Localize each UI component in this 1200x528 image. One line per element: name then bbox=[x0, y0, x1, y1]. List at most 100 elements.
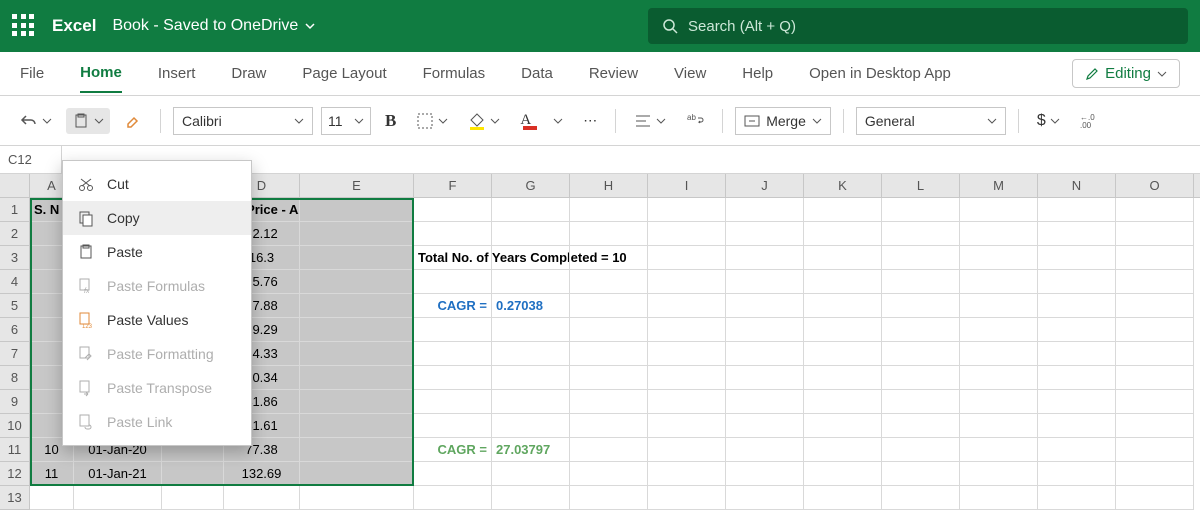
decimal-button[interactable]: ←.0.00 bbox=[1074, 108, 1106, 134]
row-header[interactable]: 10 bbox=[0, 414, 30, 438]
cell[interactable] bbox=[960, 294, 1038, 318]
cell[interactable]: CAGR = bbox=[414, 294, 492, 318]
column-header[interactable]: O bbox=[1116, 174, 1194, 197]
cell[interactable] bbox=[492, 366, 570, 390]
cell[interactable] bbox=[648, 246, 726, 270]
cell[interactable] bbox=[1038, 390, 1116, 414]
font-family-select[interactable]: Calibri bbox=[173, 107, 313, 135]
row-header[interactable]: 9 bbox=[0, 390, 30, 414]
cell[interactable] bbox=[570, 294, 648, 318]
cell[interactable] bbox=[300, 342, 414, 366]
cell[interactable] bbox=[492, 198, 570, 222]
column-header[interactable]: F bbox=[414, 174, 492, 197]
cell[interactable] bbox=[882, 438, 960, 462]
column-header[interactable]: L bbox=[882, 174, 960, 197]
search-box[interactable] bbox=[648, 8, 1188, 44]
cell[interactable] bbox=[882, 342, 960, 366]
cell[interactable] bbox=[1116, 462, 1194, 486]
cell[interactable] bbox=[804, 390, 882, 414]
cell[interactable] bbox=[1038, 414, 1116, 438]
cell[interactable] bbox=[414, 366, 492, 390]
cell[interactable] bbox=[882, 414, 960, 438]
cell[interactable] bbox=[492, 390, 570, 414]
cell[interactable] bbox=[162, 462, 224, 486]
column-header[interactable]: E bbox=[300, 174, 414, 197]
cell[interactable] bbox=[1038, 342, 1116, 366]
cell[interactable] bbox=[1116, 390, 1194, 414]
cell[interactable] bbox=[1038, 222, 1116, 246]
cell[interactable] bbox=[492, 270, 570, 294]
cell[interactable] bbox=[492, 246, 570, 270]
cell[interactable]: CAGR = bbox=[414, 438, 492, 462]
row-header[interactable]: 12 bbox=[0, 462, 30, 486]
cell[interactable] bbox=[1038, 486, 1116, 510]
more-font-button[interactable]: ⋯ bbox=[577, 108, 603, 133]
number-format-select[interactable]: General bbox=[856, 107, 1006, 135]
tab-file[interactable]: File bbox=[20, 55, 44, 92]
cell[interactable] bbox=[882, 462, 960, 486]
cell[interactable] bbox=[804, 294, 882, 318]
cell[interactable] bbox=[648, 342, 726, 366]
cell[interactable]: 0.27038 bbox=[492, 294, 570, 318]
cell[interactable] bbox=[1038, 318, 1116, 342]
menu-item-cut[interactable]: Cut bbox=[63, 167, 251, 201]
cell[interactable] bbox=[960, 318, 1038, 342]
cell[interactable] bbox=[804, 414, 882, 438]
cell[interactable] bbox=[414, 342, 492, 366]
cell[interactable] bbox=[726, 414, 804, 438]
tab-home[interactable]: Home bbox=[80, 54, 122, 93]
fill-color-button[interactable] bbox=[462, 108, 506, 134]
cell[interactable] bbox=[648, 438, 726, 462]
cell[interactable] bbox=[804, 270, 882, 294]
cell[interactable] bbox=[1116, 318, 1194, 342]
cell[interactable] bbox=[570, 342, 648, 366]
row-header[interactable]: 4 bbox=[0, 270, 30, 294]
open-desktop-app[interactable]: Open in Desktop App bbox=[809, 55, 951, 92]
cell[interactable] bbox=[726, 390, 804, 414]
cell[interactable] bbox=[882, 246, 960, 270]
cell[interactable] bbox=[648, 486, 726, 510]
cell[interactable] bbox=[960, 366, 1038, 390]
cell[interactable] bbox=[1116, 198, 1194, 222]
cell[interactable] bbox=[882, 294, 960, 318]
cell[interactable] bbox=[648, 318, 726, 342]
cell[interactable] bbox=[1038, 462, 1116, 486]
cell[interactable] bbox=[492, 222, 570, 246]
menu-item-copy[interactable]: Copy bbox=[63, 201, 251, 235]
cell[interactable] bbox=[726, 342, 804, 366]
search-input[interactable] bbox=[688, 18, 1174, 35]
cell[interactable] bbox=[414, 222, 492, 246]
cell[interactable] bbox=[300, 294, 414, 318]
cell[interactable] bbox=[648, 294, 726, 318]
cell[interactable] bbox=[804, 438, 882, 462]
row-header[interactable]: 2 bbox=[0, 222, 30, 246]
cell[interactable] bbox=[882, 318, 960, 342]
cell[interactable] bbox=[1116, 342, 1194, 366]
font-size-select[interactable]: 11 bbox=[321, 107, 371, 135]
cell[interactable] bbox=[414, 462, 492, 486]
cell[interactable] bbox=[726, 462, 804, 486]
cell[interactable] bbox=[726, 318, 804, 342]
cell[interactable] bbox=[726, 246, 804, 270]
cell[interactable] bbox=[300, 246, 414, 270]
cell[interactable] bbox=[726, 438, 804, 462]
cell[interactable] bbox=[804, 366, 882, 390]
cell[interactable] bbox=[882, 486, 960, 510]
cell[interactable] bbox=[570, 198, 648, 222]
cell[interactable] bbox=[224, 486, 300, 510]
cell[interactable] bbox=[804, 342, 882, 366]
cell[interactable] bbox=[882, 222, 960, 246]
cell[interactable] bbox=[1116, 246, 1194, 270]
cell[interactable] bbox=[960, 198, 1038, 222]
cell[interactable]: Total No. of Years Completed = 10 bbox=[414, 246, 492, 270]
cell[interactable] bbox=[570, 390, 648, 414]
tab-data[interactable]: Data bbox=[521, 55, 553, 92]
cell[interactable] bbox=[300, 390, 414, 414]
row-header[interactable]: 11 bbox=[0, 438, 30, 462]
cell[interactable] bbox=[492, 318, 570, 342]
column-header[interactable]: M bbox=[960, 174, 1038, 197]
cell[interactable] bbox=[804, 222, 882, 246]
cell[interactable] bbox=[414, 270, 492, 294]
cell[interactable] bbox=[726, 270, 804, 294]
borders-button[interactable] bbox=[410, 108, 454, 134]
